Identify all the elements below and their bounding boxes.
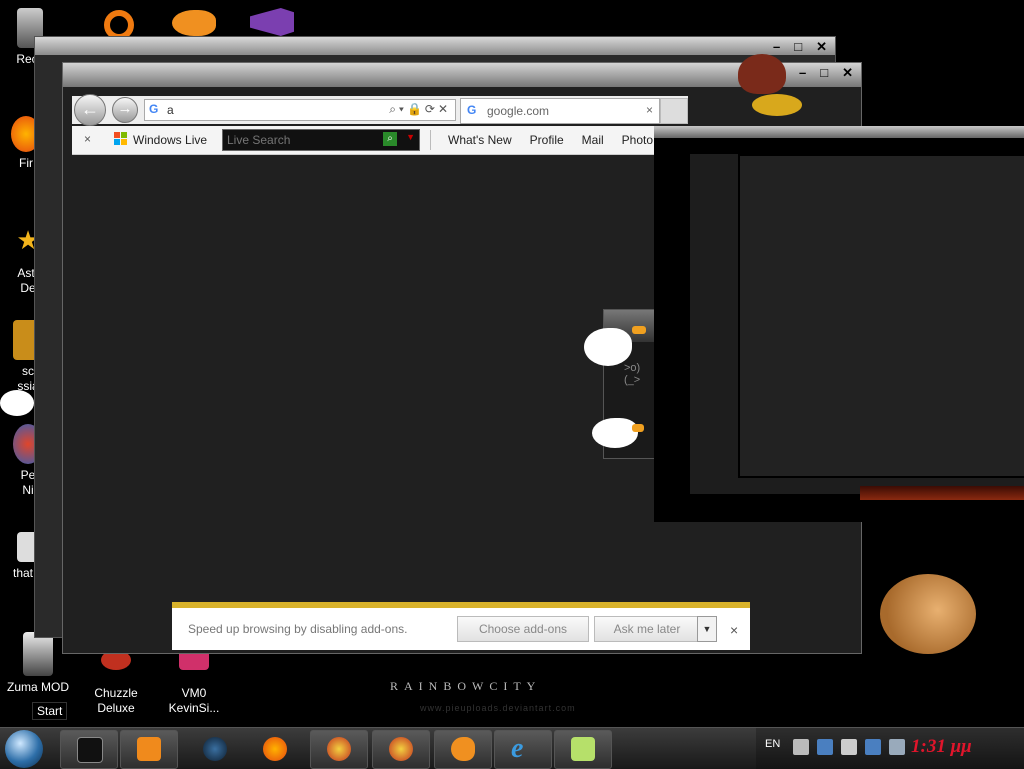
close-icon[interactable]: ✕ — [816, 39, 827, 55]
dark-window-titlebar[interactable] — [654, 126, 1024, 138]
tab-close-button[interactable]: × — [646, 103, 653, 117]
taskbar-button-peggle[interactable] — [310, 730, 368, 769]
hamster-icon[interactable] — [880, 574, 976, 654]
media-player-icon — [137, 737, 161, 761]
maximize-icon[interactable]: □ — [820, 65, 828, 81]
browser-window-caption-buttons: – □ ✕ — [799, 65, 853, 81]
google-icon: G — [149, 102, 159, 116]
live-search-box: ⌕ ▼ — [222, 129, 420, 151]
duck-beak-icon — [632, 424, 644, 432]
shield-icon[interactable] — [817, 739, 833, 755]
toolbar-divider — [430, 130, 431, 150]
nest-icon — [752, 94, 802, 116]
duck-beak-icon — [632, 326, 646, 334]
zuma-icon — [23, 632, 53, 676]
search-go-icon[interactable]: ⌕ — [383, 132, 397, 146]
maximize-icon[interactable]: □ — [794, 39, 802, 55]
taskbar-button-media[interactable] — [120, 730, 178, 769]
link-whats-new[interactable]: What's New — [448, 133, 512, 147]
ask-me-later-button[interactable]: Ask me later — [594, 616, 700, 642]
link-photo[interactable]: Photo — [622, 133, 653, 147]
wallpaper-fire-strip — [860, 486, 1024, 500]
network-icon[interactable] — [841, 739, 857, 755]
start-tooltip: Start — [32, 702, 68, 720]
desktop-icon-label: Chuzzle Deluxe — [94, 686, 138, 715]
windows-logo-icon — [114, 132, 128, 146]
toolbar-close-button[interactable]: × — [84, 132, 91, 146]
desktop-icon-chuzzle[interactable]: Chuzzle Deluxe — [80, 650, 152, 716]
internet-explorer-icon: e — [511, 733, 524, 764]
clock[interactable]: 1:31 μμ — [911, 736, 972, 758]
address-input[interactable]: a — [167, 103, 174, 117]
volume-icon[interactable] — [889, 739, 905, 755]
dark-overlapping-window[interactable] — [654, 126, 1024, 522]
minimize-icon[interactable]: – — [799, 65, 806, 81]
language-indicator[interactable]: EN — [765, 738, 780, 750]
taskbar-button-goose[interactable] — [554, 730, 612, 769]
search-dropdown-icon[interactable]: ▼ — [406, 132, 415, 142]
tab-google[interactable]: G google.com × — [460, 98, 660, 124]
ask-later-dropdown-icon[interactable]: ▼ — [697, 616, 717, 642]
windows-live-brand[interactable]: Windows Live — [133, 133, 207, 147]
chicken-icon[interactable] — [738, 54, 786, 94]
tray-icons — [793, 739, 905, 755]
dark-window-content — [740, 156, 1024, 476]
start-button[interactable] — [5, 730, 43, 768]
notification-close-button[interactable]: × — [730, 622, 738, 638]
forward-button[interactable]: → — [112, 97, 138, 123]
wallpaper-url: www.pieuploads.deviantart.com — [420, 703, 576, 713]
taskbar-button-peggle-nights[interactable] — [372, 730, 430, 769]
taskbar-button-firefox[interactable] — [246, 730, 304, 769]
peggle-nights-icon — [389, 737, 413, 761]
duck-icon[interactable] — [0, 390, 34, 416]
browser-nav-bar: ← → G a ⌕▾🔒⟳✕ G google.com × — [72, 94, 688, 126]
eject-icon[interactable] — [793, 739, 809, 755]
fish-icon[interactable] — [172, 10, 216, 36]
live-search-input[interactable] — [225, 131, 383, 149]
new-tab-button[interactable] — [660, 98, 688, 124]
duck-icon[interactable] — [584, 328, 632, 366]
desktop-icon-label: VM0 KevinSi... — [168, 686, 220, 715]
taskbar-button-terminal[interactable] — [60, 730, 118, 769]
notification-message: Speed up browsing by disabling add-ons. — [188, 622, 408, 636]
addons-notification-bar: Speed up browsing by disabling add-ons. … — [172, 602, 750, 650]
windows-live-toolbar: × Windows Live ⌕ ▼ What's New Profile Ma… — [72, 126, 654, 155]
taskbar-button-globe[interactable] — [186, 730, 244, 769]
taskbar-button-fish[interactable] — [434, 730, 492, 769]
link-profile[interactable]: Profile — [530, 133, 564, 147]
wallpaper-brand: RAINBOWCITY — [390, 679, 542, 693]
desktop-icon-label: Zuma MOD — [6, 680, 69, 694]
link-mail[interactable]: Mail — [582, 133, 604, 147]
minimize-icon[interactable]: – — [773, 39, 780, 55]
back-button[interactable]: ← — [74, 94, 106, 126]
address-bar[interactable]: G a ⌕▾🔒⟳✕ — [144, 99, 456, 121]
terminal-icon — [77, 737, 103, 763]
duck-icon[interactable] — [592, 418, 638, 448]
close-icon[interactable]: ✕ — [842, 65, 853, 81]
fish-icon — [451, 737, 475, 761]
choose-addons-button[interactable]: Choose add-ons — [457, 616, 589, 642]
address-tools-icons[interactable]: ⌕▾🔒⟳✕ — [389, 102, 451, 117]
google-icon: G — [467, 103, 477, 117]
toolbar-links: What's New Profile Mail Photo — [448, 133, 653, 147]
visual-studio-icon[interactable] — [250, 8, 294, 36]
background-window-caption-buttons: – □ ✕ — [773, 39, 827, 55]
taskbar-button-ie[interactable]: e — [494, 730, 552, 769]
globe-icon — [203, 737, 227, 761]
peggle-icon — [327, 737, 351, 761]
monitor-icon[interactable] — [865, 739, 881, 755]
firefox-icon — [263, 737, 287, 761]
tab-title: google.com — [487, 104, 550, 118]
desktop-icon-vm0[interactable]: VM0 KevinSi... — [158, 650, 230, 716]
goose-icon — [571, 737, 595, 761]
background-window-titlebar[interactable]: – □ ✕ — [35, 37, 835, 55]
